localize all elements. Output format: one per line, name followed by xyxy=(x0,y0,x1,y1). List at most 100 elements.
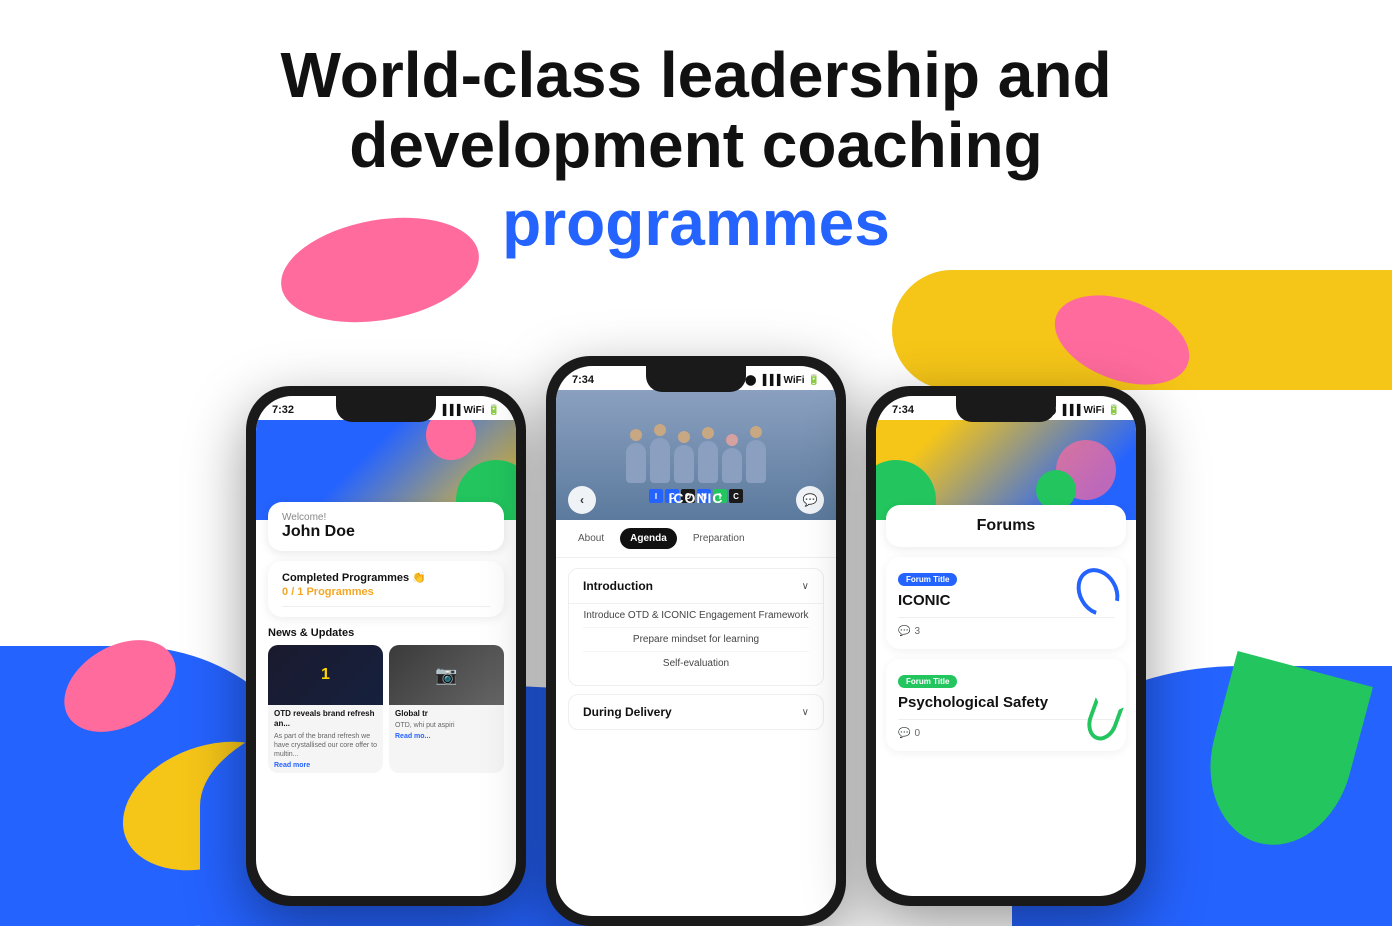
time-center: 7:34 xyxy=(572,374,594,386)
agenda-item-3: Self-evaluation xyxy=(583,652,809,675)
header-nav-icons: ‹ ICONIC 💬 xyxy=(556,486,836,514)
tab-preparation[interactable]: Preparation xyxy=(683,528,755,549)
hero-section: World-class leadership and development c… xyxy=(0,0,1392,262)
tab-agenda[interactable]: Agenda xyxy=(620,528,677,549)
phone-right-notch xyxy=(956,396,1056,422)
phone-right-screen: 7:34 ⬤ ▐▐▐ WiFi 🔋 Forums xyxy=(876,396,1136,896)
comment-count-2: 0 xyxy=(914,728,920,739)
forum-divider-1 xyxy=(898,617,1114,618)
forum-comments-1: 💬 3 xyxy=(898,626,1114,637)
comment-count-1: 3 xyxy=(914,626,920,637)
news-img-2: 📷 xyxy=(389,645,504,705)
signal-icon: ▐▐▐ xyxy=(439,405,460,416)
introduction-items: Introduce OTD & ICONIC Engagement Framew… xyxy=(569,603,823,685)
time-left: 7:32 xyxy=(272,404,294,416)
delivery-header[interactable]: During Delivery ∨ xyxy=(569,695,823,729)
introduction-title: Introduction xyxy=(583,579,653,593)
wifi-center: WiFi xyxy=(784,375,805,386)
agenda-item-1: Introduce OTD & ICONIC Engagement Framew… xyxy=(583,604,809,628)
forum-title-psych-safety: Psychological Safety xyxy=(898,694,1114,711)
comment-icon-1: 💬 xyxy=(898,626,910,637)
user-name: John Doe xyxy=(282,523,490,541)
news-card-2-desc: OTD, whi put aspiri xyxy=(395,721,498,730)
comment-icon-2: 💬 xyxy=(898,728,910,739)
forum-badge-2: Forum Title xyxy=(898,675,957,688)
news-grid: 1 OTD reveals brand refresh an... As par… xyxy=(268,645,504,773)
forum-card-iconic[interactable]: Forum Title ICONIC 💬 3 xyxy=(886,557,1126,649)
phone-center-screen: 7:34 ⬤ ▐▐▐ WiFi 🔋 xyxy=(556,366,836,916)
forums-title: Forums xyxy=(977,517,1036,534)
completed-count: 0 xyxy=(282,586,288,598)
battery-icon: 🔋 xyxy=(488,405,500,416)
signal-center: ▐▐▐ xyxy=(759,375,780,386)
wifi-icon: WiFi xyxy=(464,405,485,416)
hero-title-line1: World-class leadership and xyxy=(0,40,1392,110)
agenda-item-2: Prepare mindset for learning xyxy=(583,628,809,652)
person-1 xyxy=(626,443,646,483)
news-card-1-desc: As part of the brand refresh we have cry… xyxy=(274,732,377,759)
program-tabs: About Agenda Preparation xyxy=(556,520,836,558)
forum-divider-2 xyxy=(898,719,1114,720)
welcome-label: Welcome! xyxy=(282,512,490,523)
person-6 xyxy=(746,440,766,483)
news-card-1-title: OTD reveals brand refresh an... xyxy=(274,709,377,730)
introduction-chevron: ∨ xyxy=(802,581,809,592)
completed-progress: 0 / 1 Programmes xyxy=(282,586,490,598)
tab-about[interactable]: About xyxy=(568,528,614,549)
forum-comments-2: 💬 0 xyxy=(898,728,1114,739)
introduction-header[interactable]: Introduction ∨ xyxy=(569,569,823,603)
hero-subtitle: programmes xyxy=(0,185,1392,262)
phones-container: 7:32 ▐▐▐ WiFi 🔋 Welcome! John Doe xyxy=(246,356,1146,926)
wifi-right: WiFi xyxy=(1084,405,1105,416)
forum-card-psych-safety[interactable]: Forum Title Psychological Safety 💬 0 xyxy=(886,659,1126,751)
news-card-2[interactable]: 📷 Global tr OTD, whi put aspiri Read mo.… xyxy=(389,645,504,773)
person-4 xyxy=(698,441,718,483)
news-card-2-content: Global tr OTD, whi put aspiri Read mo... xyxy=(389,705,504,744)
news-card-1[interactable]: 1 OTD reveals brand refresh an... As par… xyxy=(268,645,383,773)
news-read-more-2[interactable]: Read mo... xyxy=(395,733,498,740)
forum-badge-1: Forum Title xyxy=(898,573,957,586)
battery-center: 🔋 xyxy=(808,375,820,386)
people-group xyxy=(618,407,774,487)
program-header-image: I C O N I C ‹ ICONIC 💬 xyxy=(556,390,836,520)
agenda-content: Introduction ∨ Introduce OTD & ICONIC En… xyxy=(556,558,836,748)
news-section: News & Updates 1 OTD reveals brand refre… xyxy=(268,627,504,773)
person-3 xyxy=(674,445,694,483)
completed-card: Completed Programmes 👏 0 / 1 Programmes xyxy=(268,561,504,617)
battery-right: 🔋 xyxy=(1108,405,1120,416)
welcome-card: Welcome! John Doe xyxy=(268,502,504,551)
signal-right: ▐▐▐ xyxy=(1059,405,1080,416)
phone-center: 7:34 ⬤ ▐▐▐ WiFi 🔋 xyxy=(546,356,846,926)
agenda-section-delivery: During Delivery ∨ xyxy=(568,694,824,730)
phone-right: 7:34 ⬤ ▐▐▐ WiFi 🔋 Forums xyxy=(866,386,1146,906)
phone1-content: Welcome! John Doe Completed Programmes 👏… xyxy=(256,520,516,785)
program-title-bar: ICONIC xyxy=(556,490,836,506)
delivery-chevron: ∨ xyxy=(802,707,809,718)
phone-left: 7:32 ▐▐▐ WiFi 🔋 Welcome! John Doe xyxy=(246,386,526,906)
phone-left-screen: 7:32 ▐▐▐ WiFi 🔋 Welcome! John Doe xyxy=(256,396,516,896)
time-right: 7:34 xyxy=(892,404,914,416)
header-decor-2 xyxy=(426,420,476,460)
phone3-green-decor xyxy=(1036,470,1076,510)
completed-total: / 1 Programmes xyxy=(291,586,374,598)
hero-title-line2: development coaching xyxy=(0,110,1392,180)
progress-divider xyxy=(282,606,490,607)
person-5 xyxy=(722,448,742,483)
forums-title-card: Forums xyxy=(886,505,1126,547)
news-card-1-content: OTD reveals brand refresh an... As part … xyxy=(268,705,383,773)
news-card-2-title: Global tr xyxy=(395,709,498,719)
phone-left-notch xyxy=(336,396,436,422)
status-icons-center: ⬤ ▐▐▐ WiFi 🔋 xyxy=(745,375,820,386)
news-read-more-1[interactable]: Read more xyxy=(274,762,377,769)
program-title-text: ICONIC xyxy=(669,490,724,506)
completed-title: Completed Programmes 👏 xyxy=(282,571,490,584)
person-2 xyxy=(650,438,670,483)
status-icons-right: ⬤ ▐▐▐ WiFi 🔋 xyxy=(1045,405,1120,416)
agenda-section-introduction: Introduction ∨ Introduce OTD & ICONIC En… xyxy=(568,568,824,686)
status-icons-left: ▐▐▐ WiFi 🔋 xyxy=(439,405,500,416)
news-section-title: News & Updates xyxy=(268,627,504,639)
phone-center-notch xyxy=(646,366,746,392)
delivery-title: During Delivery xyxy=(583,705,672,719)
news-img-1: 1 xyxy=(268,645,383,705)
phone3-content: Forums Forum Title ICONIC 💬 3 Foru xyxy=(876,520,1136,761)
